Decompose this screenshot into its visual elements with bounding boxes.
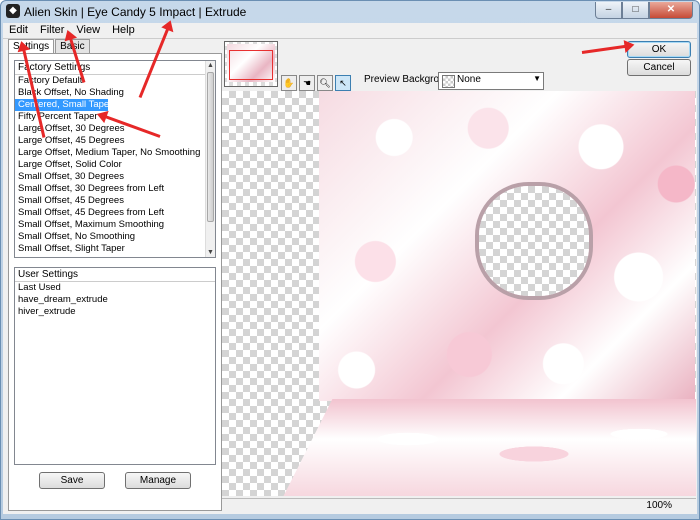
tab-basic[interactable]: Basic [55, 39, 90, 53]
hand-tool-icon[interactable]: ✋ [281, 75, 297, 91]
alien-skin-app-icon: ◆ [6, 4, 20, 18]
menu-filter[interactable]: Filter [34, 23, 70, 38]
maximize-button[interactable]: □ [622, 2, 649, 19]
extrude-floor [282, 399, 696, 496]
scroll-up-icon[interactable]: ▲ [206, 61, 215, 70]
select-tool-icon[interactable]: ↖ [335, 75, 351, 91]
preview-background-select[interactable]: None ▼ [438, 72, 544, 90]
transparent-center-hole [479, 186, 589, 296]
user-setting-item[interactable]: Last Used [15, 282, 215, 294]
factory-setting-item[interactable]: Small Offset, 45 Degrees from Left [15, 207, 215, 219]
close-button[interactable]: ✕ [649, 2, 693, 19]
factory-setting-item[interactable]: Factory Default [15, 75, 215, 87]
factory-setting-item[interactable]: Small Offset, 30 Degrees from Left [15, 183, 215, 195]
factory-setting-item[interactable]: Large Offset, 30 Degrees [15, 123, 215, 135]
user-setting-item[interactable]: have_dream_extrude [15, 294, 215, 306]
factory-setting-item[interactable]: Large Offset, 45 Degrees [15, 135, 215, 147]
scroll-down-icon[interactable]: ▼ [206, 248, 215, 257]
navigator-view-frame[interactable] [229, 50, 273, 80]
factory-settings-header: Factory Settings [15, 61, 215, 75]
zoom-level: 100% [646, 500, 672, 511]
transparent-swatch-icon [442, 75, 455, 88]
factory-setting-item[interactable]: Small Offset, 30 Degrees [15, 171, 215, 183]
factory-setting-item[interactable]: Fifty Percent Taper [15, 111, 215, 123]
user-settings-list[interactable]: User Settings Last Used have_dream_extrud… [14, 267, 216, 465]
factory-setting-item[interactable]: Large Offset, Medium Taper, No Smoothing [15, 147, 215, 159]
factory-setting-item[interactable]: Black Offset, No Shading [15, 87, 215, 99]
ok-button[interactable]: OK [627, 41, 691, 58]
minimize-button[interactable]: – [595, 2, 622, 19]
status-bar: 100% [222, 498, 696, 513]
factory-list-scrollbar[interactable]: ▲ ▼ [205, 61, 215, 257]
menu-edit[interactable]: Edit [3, 23, 34, 38]
factory-setting-item[interactable]: Small Offset, 45 Degrees [15, 195, 215, 207]
factory-settings-list[interactable]: Factory Settings Factory Default Black Of… [14, 60, 216, 258]
menu-view[interactable]: View [70, 23, 106, 38]
preview-image [319, 91, 695, 401]
menu-help[interactable]: Help [106, 23, 141, 38]
zoom-tool-icon[interactable]: 🔍︎ [317, 75, 333, 91]
title-bar[interactable]: ◆ Alien Skin | Eye Candy 5 Impact | Extr… [1, 1, 699, 23]
settings-tabs: Settings Basic [8, 39, 91, 54]
save-button[interactable]: Save [39, 472, 105, 489]
dialog-client: Settings Basic Factory Settings Factory … [3, 39, 697, 514]
cancel-button[interactable]: Cancel [627, 59, 691, 76]
factory-setting-item[interactable]: Small Offset, Slight Taper [15, 243, 215, 255]
scrollbar-thumb[interactable] [207, 72, 214, 222]
user-settings-header: User Settings [15, 268, 215, 282]
factory-setting-item[interactable]: Small Offset, No Smoothing [15, 231, 215, 243]
tab-settings[interactable]: Settings [8, 39, 55, 54]
factory-setting-item[interactable]: Large Offset, Solid Color [15, 159, 215, 171]
caption-buttons: – □ ✕ [595, 2, 693, 19]
settings-pane: Factory Settings Factory Default Black Of… [8, 53, 222, 511]
manage-button[interactable]: Manage [125, 472, 191, 489]
factory-setting-item[interactable]: Centered, Small Taper [15, 99, 112, 111]
preview-background-value: None [457, 74, 481, 85]
eye-candy-window: ◆ Alien Skin | Eye Candy 5 Impact | Extr… [0, 0, 700, 520]
menu-bar: Edit Filter View Help [3, 23, 697, 39]
chevron-down-icon[interactable]: ▼ [533, 74, 541, 83]
navigator-thumbnail[interactable] [224, 41, 278, 87]
preview-canvas[interactable] [222, 91, 696, 496]
user-setting-item[interactable]: hiver_extrude [15, 306, 215, 318]
factory-setting-item[interactable]: Small Offset, Maximum Smoothing [15, 219, 215, 231]
window-title: Alien Skin | Eye Candy 5 Impact | Extrud… [24, 5, 247, 19]
hand-pan-icon[interactable]: ☚ [299, 75, 315, 91]
